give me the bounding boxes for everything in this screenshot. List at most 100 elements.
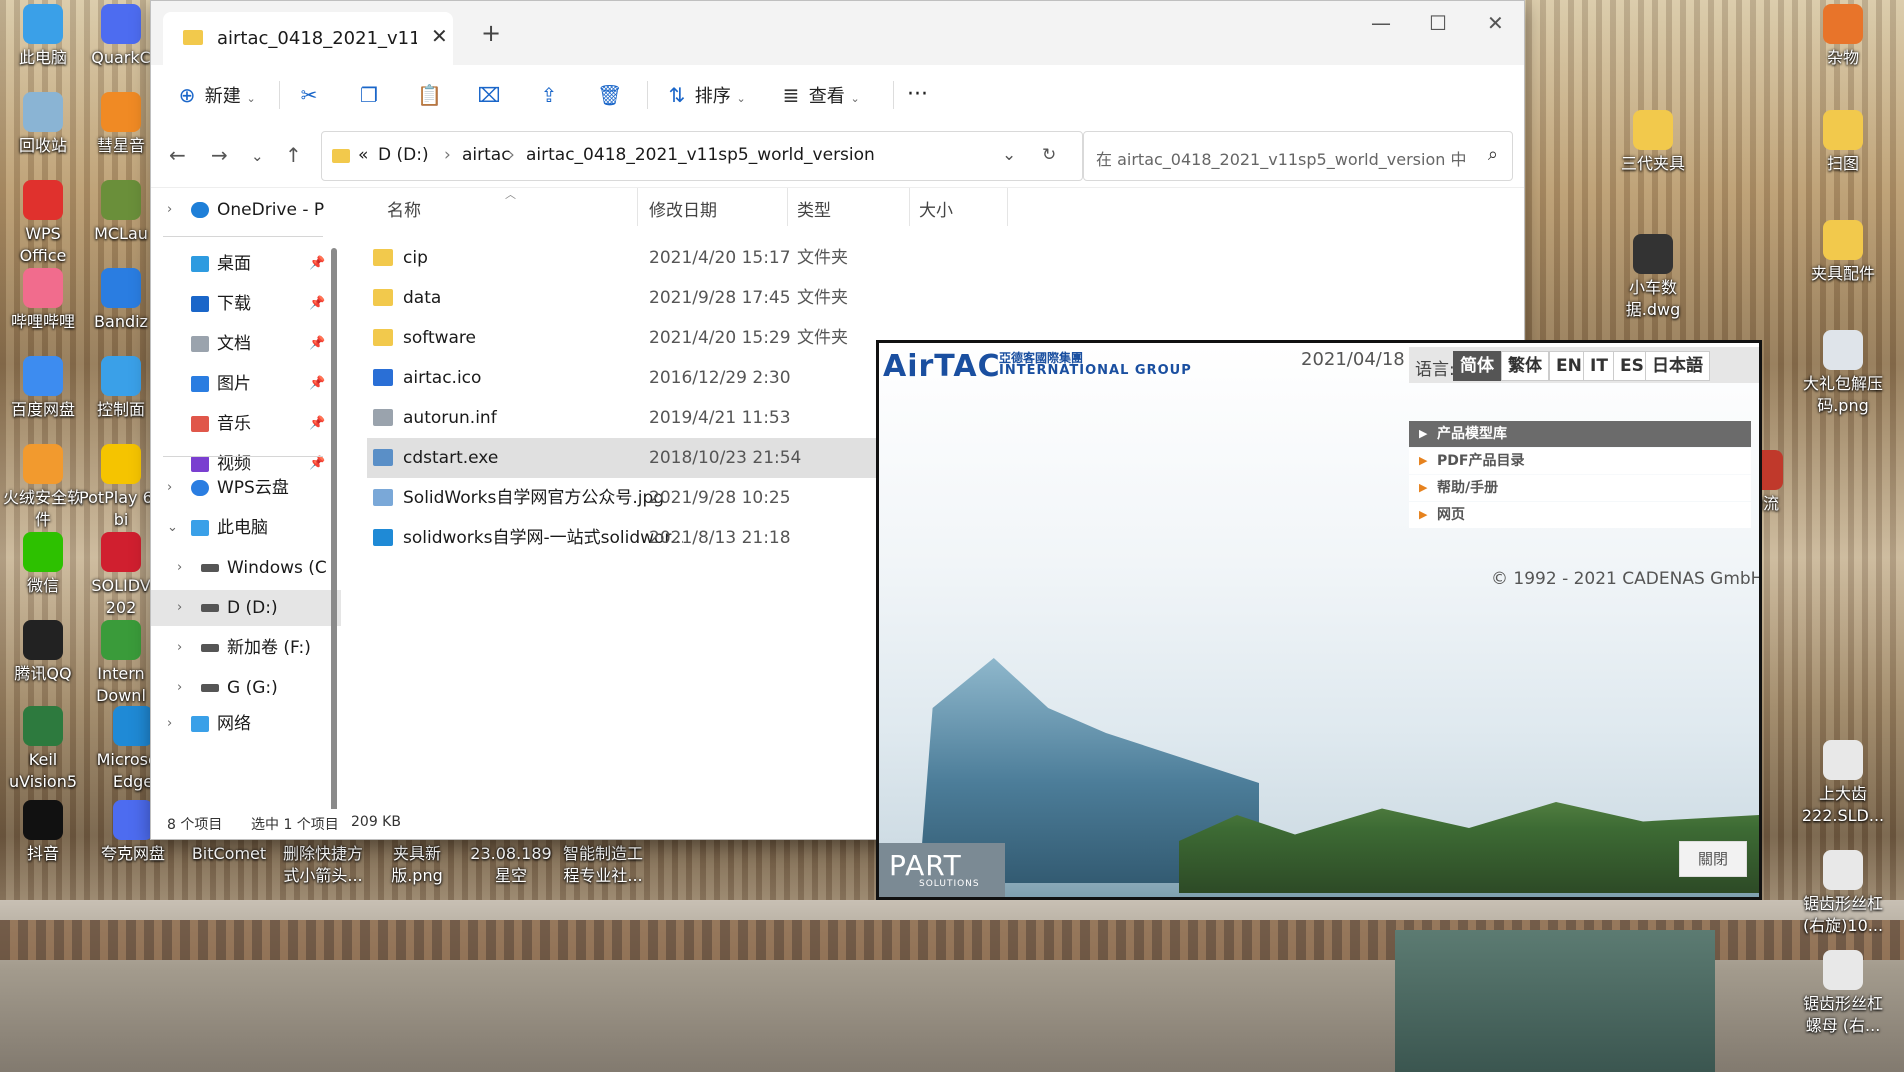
launcher-menu-item-0[interactable]: ▶ 产品模型库 [1409, 421, 1751, 447]
breadcrumb-current[interactable]: airtac_0418_2021_v11sp5_world_version [526, 145, 875, 165]
launcher-menu-item-2[interactable]: ▶ 帮助/手册 [1409, 475, 1751, 501]
tab-close-icon[interactable]: ✕ [431, 24, 448, 48]
cut-button[interactable]: ✂ [297, 77, 321, 113]
view-button[interactable]: ≣ 查看 ⌄ [779, 77, 860, 113]
up-arrow-icon[interactable]: ↑ [285, 143, 302, 167]
sidebar-item-drive-3[interactable]: › G (G:) [151, 670, 341, 706]
address-bar[interactable]: « D (D:) › airtac › airtac_0418_2021_v11… [321, 131, 1083, 181]
file-date: 2016/12/29 2:30 [649, 368, 791, 388]
desk-right-icon-3[interactable]: 小车数据.dwg [1610, 234, 1696, 321]
sidebar-item-drive-0[interactable]: › Windows (C [151, 550, 341, 586]
desk-left-icon-10[interactable]: 火绒安全软件 [0, 444, 86, 531]
desk-right-icon-9[interactable]: 锯齿形丝杠螺母 (右... [1800, 950, 1886, 1037]
idm-icon [101, 620, 141, 660]
desk-left-icon-14[interactable]: 腾讯QQ [0, 620, 86, 685]
pin-icon[interactable]: 📌 [309, 246, 325, 282]
sidebar-item-quick-1[interactable]: 下载 📌 [151, 286, 341, 322]
language-button-3[interactable]: IT [1583, 351, 1615, 381]
sidebar-item-drive-2[interactable]: › 新加卷 (F:) [151, 630, 341, 666]
back-arrow-icon[interactable]: ← [169, 143, 186, 167]
pin-icon[interactable]: 📌 [309, 286, 325, 322]
sidebar-item-quick-3[interactable]: 图片 📌 [151, 366, 341, 402]
column-header-type[interactable]: 类型 [797, 196, 831, 221]
sidebar-scrollbar[interactable] [331, 248, 337, 813]
desk-left-icon-4[interactable]: WPS Office [0, 180, 86, 267]
sidebar-item-this-pc[interactable]: ⌄ 此电脑 [151, 510, 341, 546]
copy-button[interactable]: ❐ [357, 77, 381, 113]
column-divider[interactable] [909, 188, 910, 226]
desk-left-icon-8[interactable]: 百度网盘 [0, 356, 86, 421]
desk-left-icon-16[interactable]: Keil uVision5 [0, 706, 86, 793]
maximize-button[interactable]: ☐ [1429, 11, 1447, 35]
desk-right-icon-4[interactable]: 夹具配件 [1800, 220, 1886, 285]
column-header-size[interactable]: 大小 [919, 196, 953, 221]
column-divider[interactable] [787, 188, 788, 226]
file-row[interactable]: SolidWorks自学网官方公众号.jpg 2021/9/28 10:25 [367, 478, 887, 518]
sidebar-item-quick-0[interactable]: 桌面 📌 [151, 246, 341, 282]
file-row[interactable]: airtac.ico 2016/12/29 2:30 [367, 358, 887, 398]
pin-icon[interactable]: 📌 [309, 366, 325, 402]
column-divider[interactable] [637, 188, 638, 226]
file-row[interactable]: data 2021/9/28 17:45 文件夹 [367, 278, 887, 318]
sidebar-item-quick-2[interactable]: 文档 📌 [151, 326, 341, 362]
desktop-icon-label: 智能制造工程专业社... [562, 844, 643, 885]
launcher-menu-item-1[interactable]: ▶ PDF产品目录 [1409, 448, 1751, 474]
new-tab-button[interactable]: + [481, 19, 501, 47]
file-row[interactable]: software 2021/4/20 15:29 文件夹 [367, 318, 887, 358]
desk-right-icon-7[interactable]: 上大齿222.SLD... [1800, 740, 1886, 827]
address-history-chevron-icon[interactable]: ⌄ [1002, 145, 1016, 165]
delete-button[interactable]: 🗑 [597, 77, 622, 113]
sidebar-item-drive-1[interactable]: › D (D:) [151, 590, 341, 626]
language-button-5[interactable]: 日本語 [1645, 351, 1710, 381]
file-row[interactable]: solidworks自学网-一站式solidwor... 2021/8/13 21… [367, 518, 887, 558]
forward-arrow-icon[interactable]: → [211, 143, 228, 167]
rename-button[interactable]: ⌧ [477, 77, 501, 113]
pin-icon[interactable]: 📌 [309, 406, 325, 442]
paste-button[interactable]: 📋 [417, 77, 442, 113]
desk-right-icon-5[interactable]: 大礼包解压码.png [1800, 330, 1886, 417]
column-header-name[interactable]: 名称 [387, 196, 421, 221]
triangle-right-icon: ▶ [1419, 454, 1428, 467]
desk-left-icon-2[interactable]: 回收站 [0, 92, 86, 157]
file-row[interactable]: autorun.inf 2019/4/21 11:53 [367, 398, 887, 438]
desk-right-icon-1[interactable]: 三代夹具 [1610, 110, 1696, 175]
sidebar-item-onedrive[interactable]: › OneDrive - P [151, 192, 341, 228]
sidebar-item-network[interactable]: › 网络 [151, 706, 341, 742]
desk-right-icon-2[interactable]: 扫图 [1800, 110, 1886, 175]
minimize-button[interactable]: — [1371, 11, 1391, 35]
pin-icon[interactable]: 📌 [309, 326, 325, 362]
column-header-modified[interactable]: 修改日期 [649, 196, 717, 221]
desk-left-icon-6[interactable]: 哔哩哔哩 [0, 268, 86, 333]
tab-current-folder[interactable]: airtac_0418_2021_v11sp5_world_version ✕ [163, 12, 453, 65]
desk-left-icon-23[interactable]: 抖音 [0, 800, 86, 865]
column-divider[interactable] [1007, 188, 1008, 226]
desk-left-icon-0[interactable]: 此电脑 [0, 4, 86, 69]
launcher-menu-item-3[interactable]: ▶ 网页 [1409, 502, 1751, 528]
desk-right-icon-8[interactable]: 锯齿形丝杠(右旋)10... [1800, 850, 1886, 937]
breadcrumb-airtac[interactable]: airtac [462, 145, 511, 165]
language-button-1[interactable]: 繁体 [1501, 351, 1549, 381]
file-row[interactable]: cdstart.exe 2018/10/23 21:54 [367, 438, 887, 478]
desk-left-icon-12[interactable]: 微信 [0, 532, 86, 597]
close-launcher-button[interactable]: 關閉 [1679, 841, 1747, 877]
recent-locations-chevron-icon[interactable]: ⌄ [251, 147, 264, 165]
refresh-icon[interactable]: ↻ [1042, 145, 1056, 165]
share-button[interactable]: ⇪ [537, 77, 561, 113]
close-button[interactable]: ✕ [1487, 11, 1504, 35]
breadcrumb-drive[interactable]: D (D:) [378, 145, 429, 165]
breadcrumb-overflow[interactable]: « [358, 145, 368, 165]
desk-right-icon-0[interactable]: 杂物 [1800, 4, 1886, 69]
sidebar-item-quick-4[interactable]: 音乐 📌 [151, 406, 341, 442]
desktop-icon-label: 夸克网盘 [100, 844, 165, 863]
sidebar-item-wps[interactable]: › WPS云盘 [151, 470, 341, 506]
file-row[interactable]: cip 2021/4/20 15:17 文件夹 [367, 238, 887, 278]
language-button-0[interactable]: 简体 [1453, 351, 1501, 381]
search-box[interactable]: 在 airtac_0418_2021_v11sp5_world_version … [1083, 131, 1513, 181]
sort-icon: ⇅ [668, 83, 686, 107]
folder-icon [332, 149, 350, 163]
sort-button[interactable]: ⇅ 排序 ⌄ [665, 77, 746, 113]
solidworks-icon [101, 532, 141, 572]
more-options-button[interactable]: ··· [907, 77, 928, 113]
chevron-right-icon: › [167, 716, 173, 731]
new-button[interactable]: ⊕ 新建 ⌄ [175, 77, 256, 113]
